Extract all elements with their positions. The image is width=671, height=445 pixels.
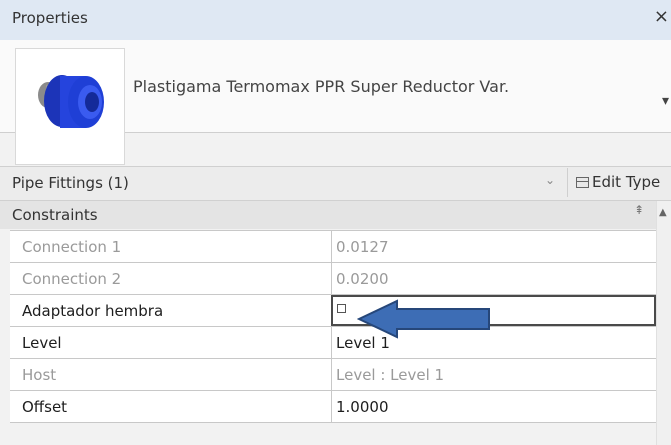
property-name: Offset [22,398,68,416]
property-name: Connection 2 [22,270,122,288]
edit-type-label: Edit Type [592,173,661,191]
property-value-text: Level : Level 1 [336,366,445,384]
property-name: Host [22,366,57,384]
scroll-up-icon[interactable]: ▲ [659,207,667,218]
edit-type-button[interactable]: Edit Type [567,168,671,197]
vertical-scrollbar[interactable]: ▲ [656,201,671,445]
chevron-down-icon[interactable]: ⌄ [545,173,555,187]
property-value-text: 0.0127 [336,238,389,256]
property-row-offset[interactable]: Offset 1.0000 [10,391,656,423]
family-thumbnail [15,48,125,165]
edit-type-icon [576,177,589,188]
property-value: 0.0200 [331,263,656,294]
property-name: Adaptador hembra [22,302,164,320]
adaptador-hembra-checkbox[interactable] [337,304,346,313]
group-header-constraints[interactable]: Constraints ⇞ [0,201,656,229]
property-value-text: 1.0000 [336,398,389,416]
chevron-down-icon[interactable]: ▾ [662,93,669,109]
category-filter-label[interactable]: Pipe Fittings (1) [12,174,129,192]
group-label: Constraints [12,206,98,224]
property-row-connection-2: Connection 2 0.0200 [10,263,656,295]
property-row-host: Host Level : Level 1 [10,359,656,391]
properties-titlebar: Properties × [0,0,671,41]
annotation-arrow-icon [357,299,490,339]
property-value-text: 0.0200 [336,270,389,288]
property-value: Level : Level 1 [331,359,656,390]
offset-field[interactable]: 1.0000 [331,391,656,422]
properties-grid: Connection 1 0.0127 Connection 2 0.0200 … [10,230,656,423]
property-value: 0.0127 [331,231,656,262]
type-selector[interactable]: Plastigama Termomax PPR Super Reductor V… [0,40,671,165]
family-type-name: Plastigama Termomax PPR Super Reductor V… [133,77,510,96]
property-name: Connection 1 [22,238,122,256]
instance-selector[interactable]: Pipe Fittings (1) ⌄ Edit Type [0,166,671,201]
panel-title: Properties [12,9,88,27]
pipe-fitting-icon [38,75,104,128]
property-row-level[interactable]: Level Level 1 [10,327,656,359]
property-row-connection-1: Connection 1 0.0127 [10,231,656,263]
collapse-icon[interactable]: ⇞ [634,203,644,217]
property-name: Level [22,334,62,352]
close-icon[interactable]: × [654,8,669,26]
property-row-adaptador-hembra[interactable]: Adaptador hembra [10,295,656,327]
